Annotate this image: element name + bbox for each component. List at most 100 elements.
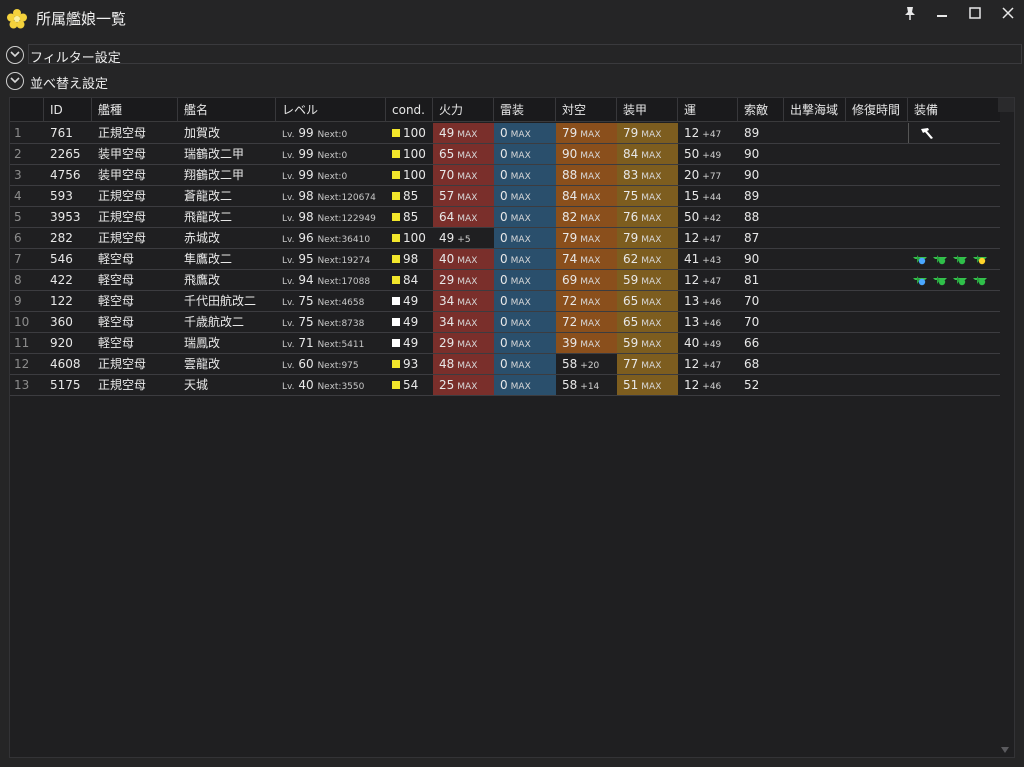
equip-cell[interactable] <box>908 312 1000 332</box>
aircraft-icon[interactable] <box>952 273 968 287</box>
table-row[interactable]: 12 4608 正規空母 雲龍改 Lv. 60 Next:975 93 48 MA… <box>10 354 1000 375</box>
table-row[interactable]: 2 2265 装甲空母 瑞鶴改二甲 Lv. 99 Next:0 100 65 MA… <box>10 144 1000 165</box>
table-row[interactable]: 6 282 正規空母 赤城改 Lv. 96 Next:36410 100 49 +… <box>10 228 1000 249</box>
equip-cell[interactable] <box>908 270 1000 290</box>
equip-cell[interactable] <box>908 333 1000 353</box>
cond-value: 100 <box>403 126 426 140</box>
equip-cell[interactable] <box>908 228 1000 248</box>
luck-plus: +47 <box>702 277 722 287</box>
lv-label: Lv. <box>282 298 295 308</box>
table-row[interactable]: 11 920 軽空母 瑞鳳改 Lv. 71 Next:5411 49 29 MAX… <box>10 333 1000 354</box>
armor-value: 76 <box>623 210 639 224</box>
table-row[interactable]: 5 3953 正規空母 飛龍改二 Lv. 98 Next:122949 85 6… <box>10 207 1000 228</box>
maximize-icon[interactable] <box>965 4 985 22</box>
column-header-cond[interactable]: cond. <box>386 98 433 122</box>
column-header-name[interactable]: 艦名 <box>178 98 276 122</box>
table-row[interactable]: 13 5175 正規空母 天城 Lv. 40 Next:3550 54 25 MA… <box>10 375 1000 396</box>
sort-toggle-button[interactable] <box>6 72 24 90</box>
fire-cell: 29 MAX <box>433 333 494 353</box>
aircraft-icon[interactable] <box>932 252 948 266</box>
column-header-repair[interactable]: 修復時間 <box>846 98 908 122</box>
next-value: 0 <box>341 151 348 161</box>
aircraft-icon[interactable] <box>972 273 988 287</box>
aircraft-icon[interactable] <box>952 252 968 266</box>
los-cell: 89 <box>744 126 760 140</box>
luck-plus: +46 <box>702 382 722 392</box>
column-header-equip[interactable]: 装備 <box>908 98 1000 122</box>
table-row[interactable]: 1 761 正規空母 加賀改 Lv. 99 Next:0 100 49 MAX 0… <box>10 123 1000 144</box>
column-header-los[interactable]: 索敵 <box>738 98 784 122</box>
level-value: 98 <box>298 189 314 203</box>
filter-settings-label[interactable]: フィルター設定 <box>30 47 121 66</box>
equip-cell[interactable] <box>908 291 1000 311</box>
fire-cell: 65 MAX <box>433 144 494 164</box>
aa-value: 79 <box>562 231 578 245</box>
pin-icon[interactable] <box>900 4 920 22</box>
table-row[interactable]: 3 4756 装甲空母 翔鶴改二甲 Lv. 99 Next:0 100 70 MA… <box>10 165 1000 186</box>
filter-toggle-button[interactable] <box>6 46 24 64</box>
equip-cell[interactable] <box>908 186 1000 206</box>
repair-cell <box>846 144 908 164</box>
scroll-down-icon[interactable] <box>1000 745 1010 755</box>
column-header-luck[interactable]: 運 <box>678 98 738 122</box>
cond-indicator <box>392 318 400 326</box>
aircraft-icon[interactable] <box>912 273 928 287</box>
lv-label: Lv. <box>282 130 295 140</box>
fire-cell: 70 MAX <box>433 165 494 185</box>
aa-cell: 82 MAX <box>556 207 617 227</box>
row-number: 8 <box>14 273 22 287</box>
table-row[interactable]: 4 593 正規空母 蒼龍改二 Lv. 98 Next:120674 85 57… <box>10 186 1000 207</box>
table-row[interactable]: 10 360 軽空母 千歳航改二 Lv. 75 Next:8738 49 34 M… <box>10 312 1000 333</box>
aircraft-icon[interactable] <box>972 252 988 266</box>
next-value: 8738 <box>341 319 365 329</box>
equip-cell[interactable] <box>908 249 1000 269</box>
sort-settings-label[interactable]: 並べ替え設定 <box>30 73 108 92</box>
equip-cell[interactable] <box>908 207 1000 227</box>
max-label: MAX <box>510 382 531 392</box>
column-header-fire[interactable]: 火力 <box>433 98 494 122</box>
aircraft-icon[interactable] <box>912 252 928 266</box>
aircraft-icon[interactable] <box>932 273 948 287</box>
next-value: 120674 <box>341 193 376 203</box>
column-header-torpedo[interactable]: 雷装 <box>494 98 556 122</box>
column-header-aa[interactable]: 対空 <box>556 98 617 122</box>
fire-value: 48 <box>439 357 455 371</box>
column-header-level[interactable]: レベル <box>276 98 386 122</box>
max-label: MAX <box>510 256 531 266</box>
sortie-cell <box>784 123 846 143</box>
max-label: MAX <box>510 277 531 287</box>
hammer-icon[interactable] <box>919 126 935 140</box>
aa-value: 74 <box>562 252 578 266</box>
lv-label: Lv. <box>282 214 295 224</box>
repair-cell <box>846 249 908 269</box>
armor-cell: 83 MAX <box>617 165 678 185</box>
column-header-id[interactable]: ID <box>44 98 92 122</box>
ship-cond: 49 <box>386 312 433 332</box>
cond-value: 54 <box>403 378 419 392</box>
scroll-up-button[interactable] <box>998 98 1014 112</box>
luck-plus: +47 <box>702 361 722 371</box>
equip-cell[interactable] <box>908 144 1000 164</box>
column-header-type[interactable]: 艦種 <box>92 98 178 122</box>
torpedo-value: 0 <box>500 252 508 266</box>
ship-type: 正規空母 <box>98 189 147 203</box>
max-label: MAX <box>580 256 601 266</box>
equip-cell[interactable] <box>908 354 1000 374</box>
close-icon[interactable] <box>998 4 1018 22</box>
table-row[interactable]: 8 422 軽空母 飛鷹改 Lv. 94 Next:17088 84 29 MAX… <box>10 270 1000 291</box>
ship-level: Lv. 98 Next:122949 <box>276 207 386 227</box>
minimize-icon[interactable] <box>932 4 952 22</box>
luck-value: 13 <box>684 294 700 308</box>
aa-cell: 69 MAX <box>556 270 617 290</box>
fire-plus: +5 <box>457 235 471 245</box>
table-row[interactable]: 9 122 軽空母 千代田航改二 Lv. 75 Next:4658 49 34 M… <box>10 291 1000 312</box>
armor-value: 83 <box>623 168 639 182</box>
equip-cell[interactable] <box>908 165 1000 185</box>
column-header-armor[interactable]: 装甲 <box>617 98 678 122</box>
luck-cell: 12 +47 <box>678 354 738 374</box>
equip-cell[interactable] <box>908 375 1000 395</box>
table-row[interactable]: 7 546 軽空母 隼鷹改二 Lv. 95 Next:19274 98 40 MA… <box>10 249 1000 270</box>
equip-cell[interactable] <box>908 123 1000 143</box>
column-header-sortie[interactable]: 出撃海域 <box>784 98 846 122</box>
column-header-no[interactable] <box>10 98 44 122</box>
